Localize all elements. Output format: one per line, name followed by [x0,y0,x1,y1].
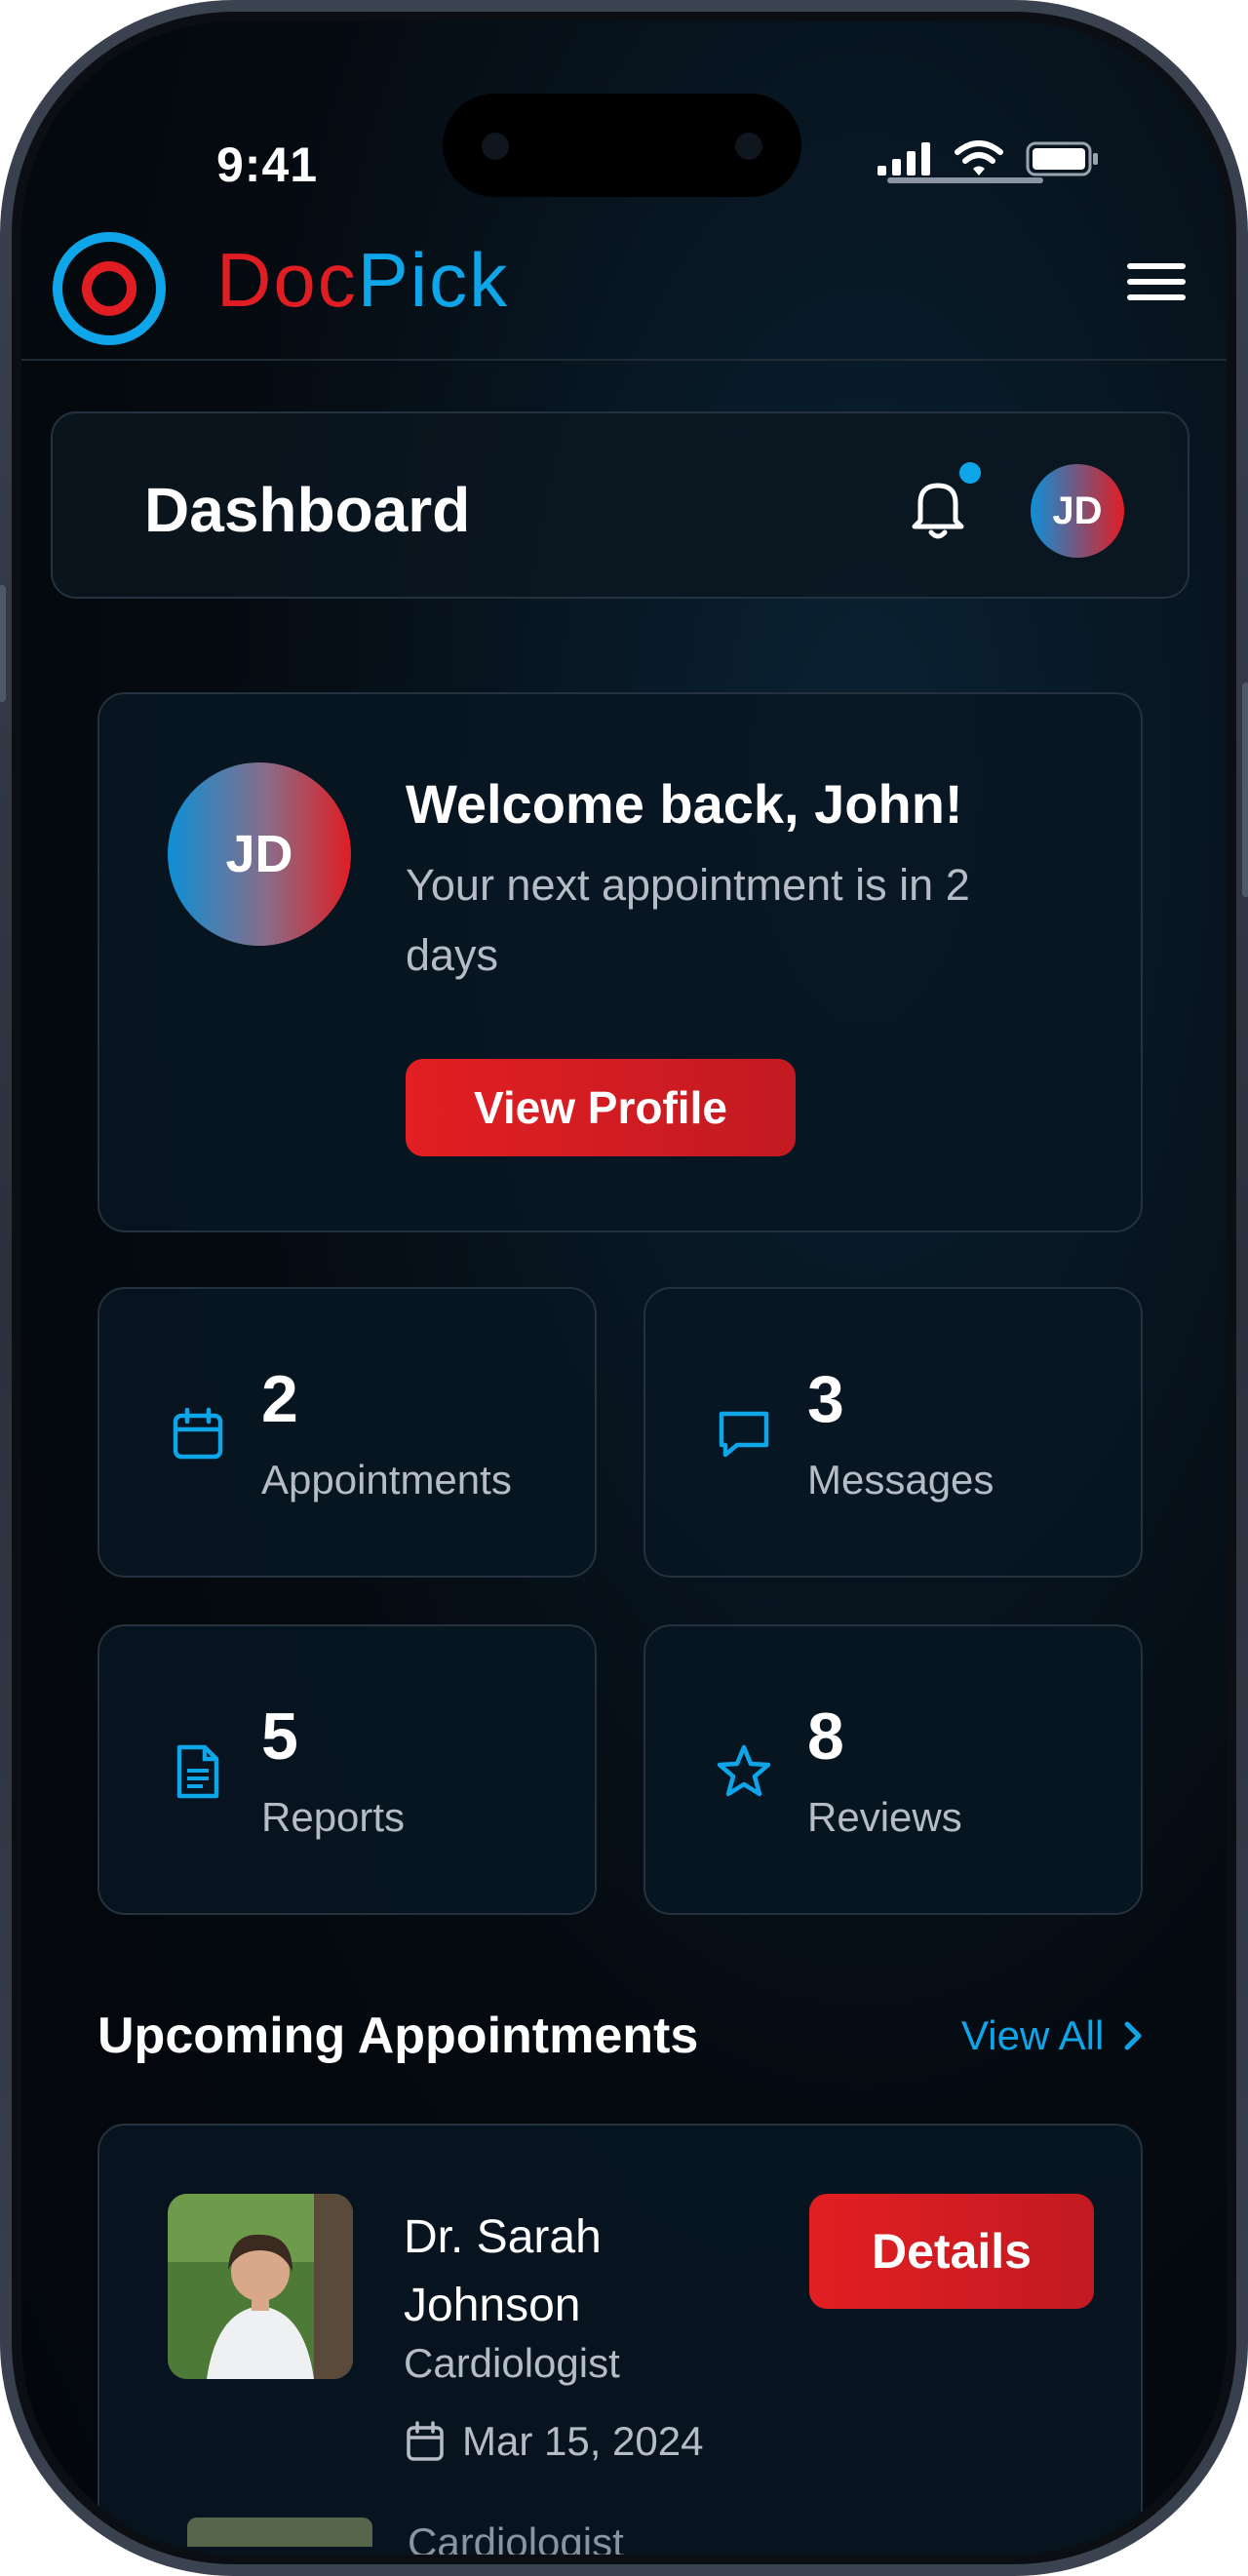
chevron-right-icon [1124,2021,1142,2050]
next-appointment-photo-peek [187,2517,372,2547]
power-button [1242,683,1248,897]
sensor [482,133,509,160]
star-icon [717,1744,771,1797]
section-title-upcoming: Upcoming Appointments [98,2008,699,2064]
stat-label: Reviews [807,1794,962,1840]
appointment-date: Mar 15, 2024 [404,2418,704,2465]
doctor-photo [168,2194,353,2379]
hamburger-menu-icon[interactable] [1127,255,1186,314]
user-avatar[interactable]: JD [1031,464,1124,558]
stat-label: Reports [261,1794,406,1840]
stat-label: Appointments [261,1457,512,1503]
view-all-label: View All [961,2012,1105,2058]
signal-icon [878,142,930,176]
page-title: Dashboard [144,475,471,545]
status-bar: 9:41 [21,21,1227,207]
volume-button [0,585,6,702]
logo-icon[interactable] [53,232,166,345]
message-icon [719,1411,769,1458]
appointment-card[interactable]: Dr. Sarah Johnson Cardiologist Mar 15, 2… [98,2124,1143,2555]
view-all-link[interactable]: View All [961,2012,1145,2059]
calendar-icon [173,1407,223,1460]
screen: 9:41 DocPick Dashboard JD JD Welcome bac… [21,21,1227,2555]
details-button[interactable]: Details [809,2194,1094,2309]
logo-inner-ring [82,261,136,316]
profile-avatar: JD [168,762,351,946]
logo-text-part1: Doc [216,237,358,323]
stat-card-reviews[interactable]: 8 Reviews [644,1624,1143,1915]
doctor-specialty: Cardiologist [404,2340,620,2386]
dynamic-island [443,94,801,197]
stat-value: 8 [807,1699,844,1774]
status-indicator-line [887,177,1043,183]
status-icons [878,140,1100,177]
notification-badge [959,462,981,484]
stat-label: Messages [807,1457,994,1503]
appointment-date-text: Mar 15, 2024 [462,2418,704,2464]
status-time: 9:41 [216,137,319,192]
stat-card-messages[interactable]: 3 Messages [644,1287,1143,1578]
stat-value: 5 [261,1699,298,1774]
welcome-card: JD Welcome back, John! Your next appoint… [98,692,1143,1232]
next-appointment-specialty-peek: Cardiologist [408,2519,624,2555]
logo-text-part2: Pick [357,237,510,323]
view-profile-button[interactable]: View Profile [406,1059,796,1156]
stat-value: 2 [261,1362,298,1436]
calendar-icon [407,2421,444,2461]
dashboard-bar: Dashboard JD [51,411,1190,599]
logo-text[interactable]: DocPick [216,236,509,325]
wifi-icon [955,140,1003,176]
stat-card-reports[interactable]: 5 Reports [98,1624,597,1915]
phone-bezel: 9:41 DocPick Dashboard JD JD Welcome bac… [12,12,1236,2564]
stat-value: 3 [807,1362,844,1436]
app-header: DocPick [21,207,1227,361]
document-icon [176,1744,219,1799]
doctor-name: Dr. Sarah Johnson [404,2211,602,2331]
battery-icon [1026,141,1098,176]
stat-card-appointments[interactable]: 2 Appointments [98,1287,597,1578]
camera [735,133,762,160]
welcome-subtitle: Your next appointment is in 2 days [406,860,970,980]
phone-frame: 9:41 DocPick Dashboard JD JD Welcome bac… [0,0,1248,2576]
welcome-title: Welcome back, John! [406,773,963,835]
